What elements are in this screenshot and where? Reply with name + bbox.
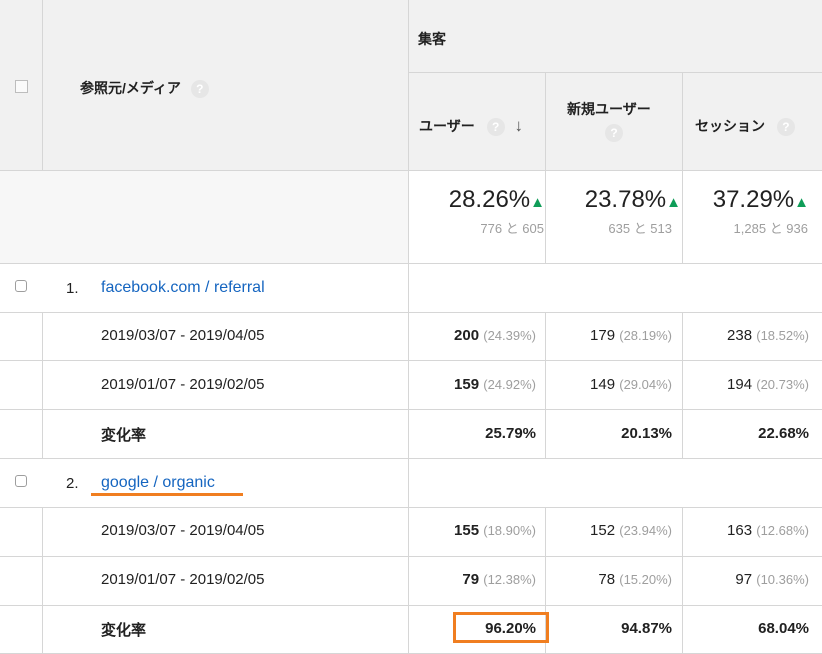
up-arrow-icon: ▲ (530, 194, 545, 211)
users-value: 159 (24.92%) (454, 376, 536, 393)
row-index: 2. (66, 475, 79, 492)
summary-sessions-change: 37.29%▲ (712, 186, 809, 213)
column-header-users-label: ユーザー (419, 118, 475, 134)
users-value: 200 (24.39%) (454, 327, 536, 344)
period-label: 2019/01/07 - 2019/02/05 (101, 376, 265, 393)
period-label: 2019/01/07 - 2019/02/05 (101, 571, 265, 588)
column-header-new-users-label: 新規ユーザー (567, 101, 651, 117)
sessions-change-rate: 68.04% (758, 620, 809, 637)
analytics-table: 参照元/メディア ? 集客 ユーザー ? ↓ 新規ユーザー ? セッション ? … (0, 0, 822, 654)
summary-new-users-change: 23.78%▲ (584, 186, 681, 213)
new-users-value: 149 (29.04%) (590, 376, 672, 393)
column-header-new-users[interactable]: 新規ユーザー (567, 99, 651, 119)
new-users-value: 179 (28.19%) (590, 327, 672, 344)
sessions-value: 194 (20.73%) (727, 376, 809, 393)
header-new-users-bg (546, 73, 682, 170)
change-rate-label: 変化率 (101, 427, 147, 444)
sessions-value: 97 (10.36%) (735, 571, 809, 588)
summary-users-change: 28.26%▲ (448, 186, 545, 213)
users-change-rate: 25.79% (485, 425, 536, 442)
help-icon[interactable]: ? (190, 80, 209, 99)
users-change-rate: 96.20% (485, 620, 536, 637)
column-header-users[interactable]: ユーザー ? ↓ (419, 116, 524, 137)
summary-new-users-compare: 635 と 513 (608, 221, 672, 236)
group-header-acquisition: 集客 (418, 31, 446, 47)
row-checkbox[interactable] (15, 280, 27, 292)
header-group-bg (409, 0, 822, 72)
new-users-change-rate: 20.13% (621, 425, 672, 442)
help-icon[interactable]: ? (486, 118, 505, 137)
dimension-header[interactable]: 参照元/メディア ? (80, 78, 209, 99)
row-index: 1. (66, 280, 79, 297)
change-rate-label: 変化率 (101, 622, 147, 639)
sessions-change-rate: 22.68% (758, 425, 809, 442)
summary-users-compare: 776 と 605 (480, 221, 544, 236)
sessions-value: 163 (12.68%) (727, 522, 809, 539)
up-arrow-icon: ▲ (794, 194, 809, 211)
row-checkbox[interactable] (15, 475, 27, 487)
summary-sessions-compare: 1,285 と 936 (733, 221, 808, 236)
column-header-sessions[interactable]: セッション ? (695, 116, 795, 137)
column-header-sessions-label: セッション (695, 118, 765, 134)
users-value: 79 (12.38%) (462, 571, 536, 588)
sort-descending-icon[interactable]: ↓ (515, 116, 524, 135)
up-arrow-icon: ▲ (666, 194, 681, 211)
row-link-google-organic[interactable]: google / organic (101, 474, 215, 492)
select-all-checkbox[interactable] (15, 80, 28, 93)
new-users-value: 78 (15.20%) (598, 571, 672, 588)
period-label: 2019/03/07 - 2019/04/05 (101, 327, 265, 344)
dimension-header-label: 参照元/メディア (80, 80, 181, 96)
period-label: 2019/03/07 - 2019/04/05 (101, 522, 265, 539)
help-icon[interactable]: ? (605, 124, 623, 142)
summary-left-bg (0, 171, 408, 263)
row-link-facebook-referral[interactable]: facebook.com / referral (101, 279, 265, 297)
new-users-value: 152 (23.94%) (590, 522, 672, 539)
new-users-change-rate: 94.87% (621, 620, 672, 637)
help-icon[interactable]: ? (776, 118, 795, 137)
highlight-underline (91, 493, 243, 496)
sessions-value: 238 (18.52%) (727, 327, 809, 344)
users-value: 155 (18.90%) (454, 522, 536, 539)
